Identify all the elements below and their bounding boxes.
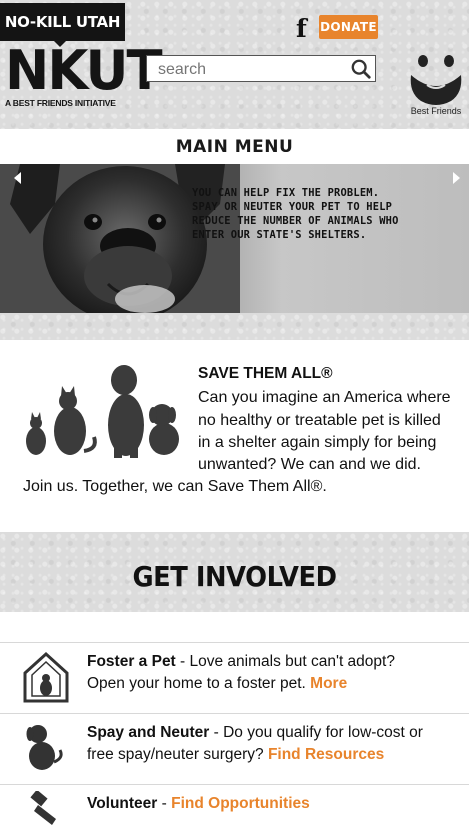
- save-them-all-section: SAVE THEM ALL® Can you imagine an Americ…: [0, 340, 469, 532]
- puppy-icon: [26, 725, 63, 770]
- animals-silhouette-icon: [26, 365, 179, 458]
- brush-icon: [30, 791, 56, 825]
- search-icon[interactable]: [350, 58, 372, 80]
- house-cat-icon: [23, 651, 69, 703]
- foster-desc-1: - Love animals but can't adopt?: [175, 653, 395, 670]
- spay-neuter-desc-2: free spay/neuter surgery?: [87, 746, 268, 763]
- get-involved-title: GET INVOLVED: [132, 560, 337, 593]
- facebook-icon[interactable]: f: [296, 14, 307, 43]
- search-input[interactable]: [147, 56, 350, 83]
- hero-message: YOU CAN HELP FIX THE PROBLEM. SPAY OR NE…: [192, 186, 432, 242]
- find-resources-link[interactable]: Find Resources: [268, 746, 384, 763]
- search-box: [146, 55, 376, 83]
- foster-title[interactable]: Foster a Pet: [87, 653, 176, 670]
- hero-line: SPAY OR NEUTER YOUR PET TO HELP: [192, 201, 393, 213]
- list-item-spay-neuter: Spay and Neuter - Do you qualify for low…: [0, 713, 469, 784]
- save-text-line: in a shelter again simply for being: [198, 434, 437, 451]
- save-text-line: unwanted? We can and we did.: [198, 456, 421, 473]
- volunteer-text: Volunteer - Find Opportunities: [87, 793, 457, 815]
- badge-label: NO-KILL UTAH: [4, 13, 121, 31]
- foster-more-link[interactable]: More: [310, 675, 347, 692]
- main-menu-toggle[interactable]: MAIN MENU: [0, 129, 469, 165]
- texture-divider: [0, 313, 469, 340]
- no-kill-utah-badge[interactable]: NO-KILL UTAH: [0, 3, 125, 47]
- best-friends-label: Best Friends: [410, 106, 462, 116]
- list-item-foster: Foster a Pet - Love animals but can't ad…: [0, 642, 469, 713]
- hero-line: ENTER OUR STATE'S SHELTERS.: [192, 229, 367, 241]
- spay-neuter-desc-1: - Do you qualify for low-cost or: [209, 724, 423, 741]
- hero-slider[interactable]: YOU CAN HELP FIX THE PROBLEM. SPAY OR NE…: [0, 164, 469, 313]
- hero-line: YOU CAN HELP FIX THE PROBLEM.: [192, 187, 380, 199]
- spay-neuter-text: Spay and Neuter - Do you qualify for low…: [87, 722, 457, 766]
- save-text-line: Can you imagine an America where: [198, 389, 451, 406]
- list-item-volunteer: Volunteer - Find Opportunities: [0, 784, 469, 828]
- spay-neuter-title[interactable]: Spay and Neuter: [87, 724, 209, 741]
- hero-prev-arrow-icon[interactable]: [14, 172, 21, 184]
- hero-line: REDUCE THE NUMBER OF ANIMALS WHO: [192, 215, 399, 227]
- save-text-line: Join us. Together, we can Save Them All®…: [23, 478, 327, 495]
- save-them-all-title: SAVE THEM ALL®: [198, 365, 333, 382]
- hero-next-arrow-icon[interactable]: [453, 172, 460, 184]
- site-logo[interactable]: NKUT: [5, 44, 163, 98]
- foster-text: Foster a Pet - Love animals but can't ad…: [87, 651, 457, 695]
- site-tagline: A BEST FRIENDS INITIATIVE: [5, 98, 116, 108]
- foster-desc-2: Open your home to a foster pet.: [87, 675, 311, 692]
- volunteer-desc: -: [157, 795, 172, 812]
- find-opportunities-link[interactable]: Find Opportunities: [171, 795, 310, 812]
- volunteer-title[interactable]: Volunteer: [87, 795, 157, 812]
- donate-button[interactable]: DONATE: [319, 15, 378, 39]
- save-text-line: no healthy or treatable pet is killed: [198, 412, 441, 429]
- site-header: NO-KILL UTAH NKUT A BEST FRIENDS INITIAT…: [0, 0, 469, 129]
